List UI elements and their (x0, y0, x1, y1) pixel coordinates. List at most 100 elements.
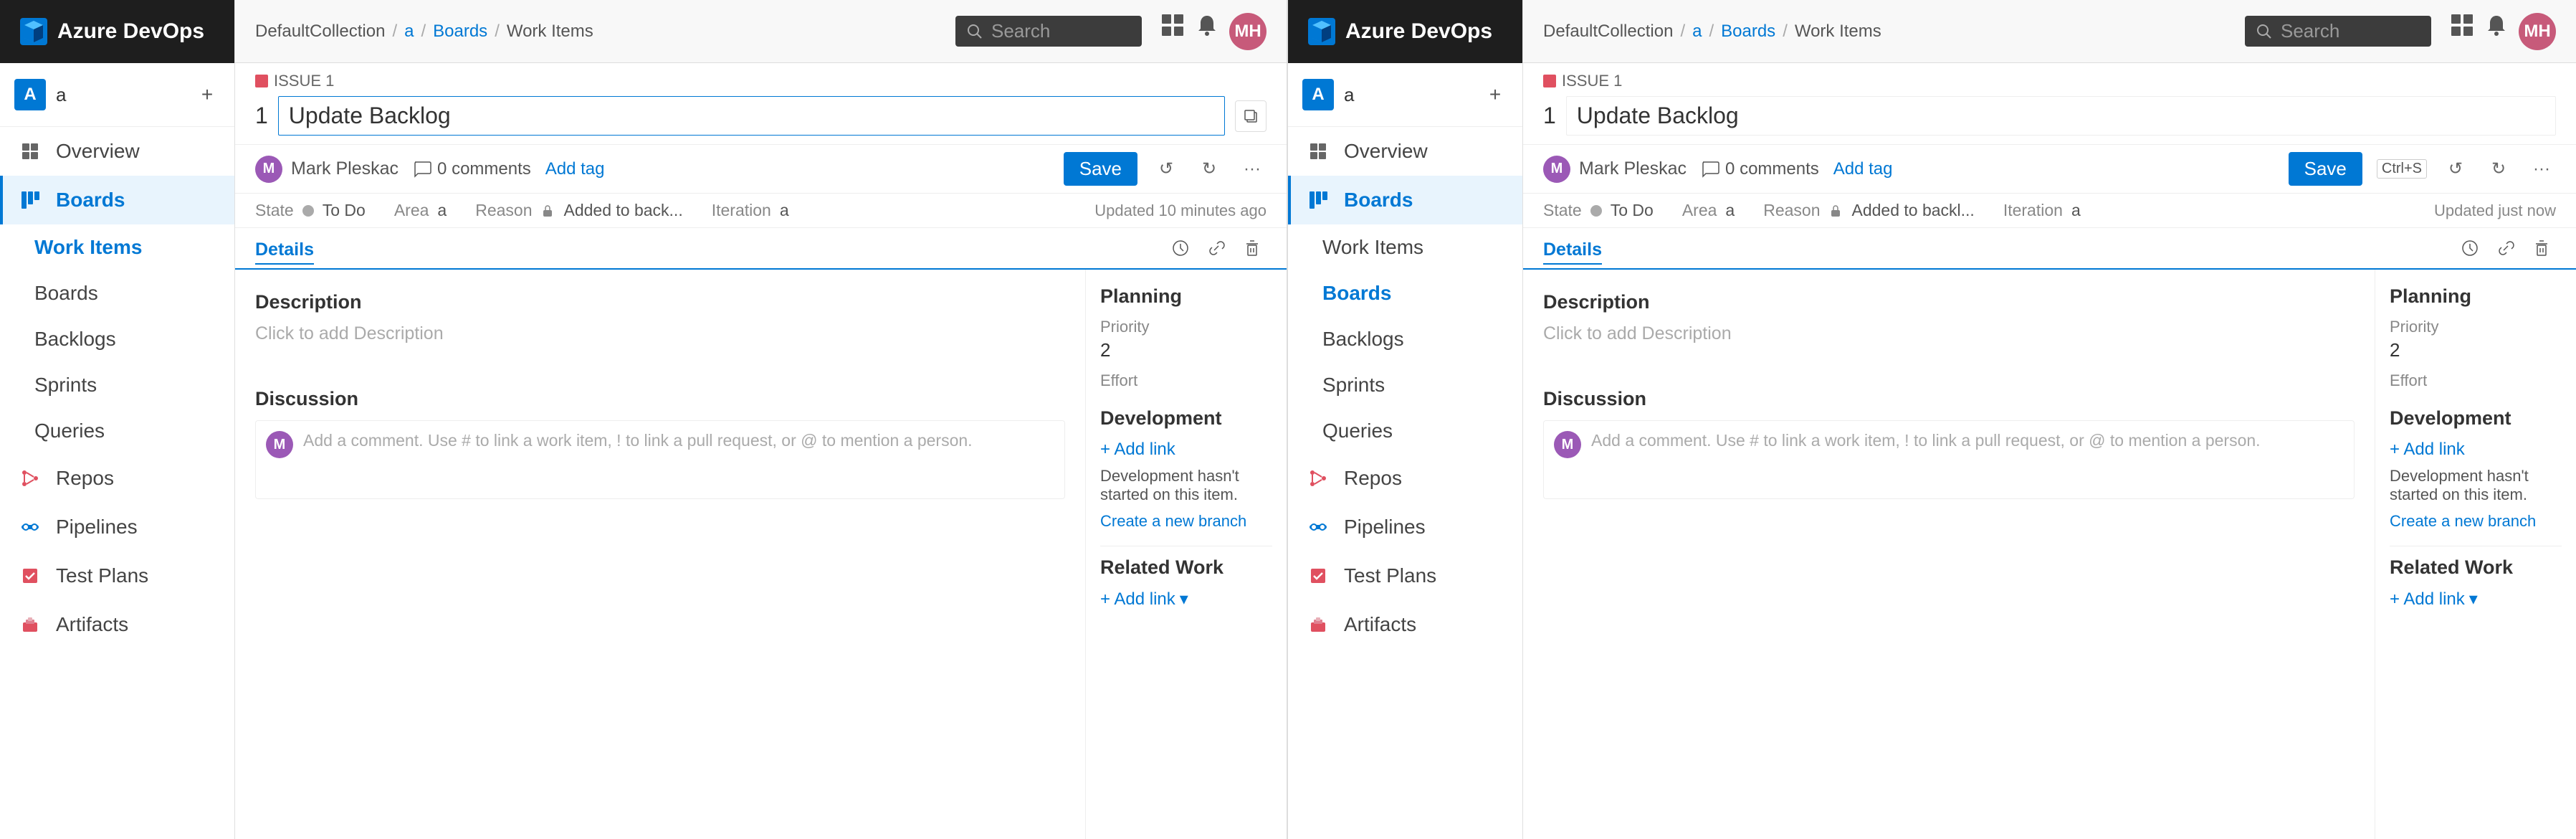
right-col-2: Planning Priority 2 Effort Development +… (2375, 270, 2576, 839)
add-link-btn-2[interactable]: + Add link (2390, 440, 2562, 460)
bell-icon-2[interactable] (2484, 13, 2509, 37)
grid-icon-2[interactable] (2450, 13, 2474, 37)
sidebar-item-backlogs-1[interactable]: Backlogs (0, 316, 234, 362)
sidebar-item-work-items-1[interactable]: Work Items (0, 224, 234, 270)
history-btn-1[interactable] (1166, 234, 1195, 262)
sidebar-item-repos-2[interactable]: Repos (1288, 454, 1522, 503)
sidebar-item-sprints-1[interactable]: Sprints (0, 362, 234, 408)
sidebar-item-sprints-2[interactable]: Sprints (1288, 362, 1522, 408)
user-avatar-1[interactable]: MH (1229, 13, 1266, 50)
sidebar-item-work-items-2[interactable]: Work Items (1288, 224, 1522, 270)
issue-number-2: 1 (1543, 103, 1556, 129)
boards-icon-1 (17, 187, 43, 213)
grid-icon-1[interactable] (1160, 13, 1185, 37)
history-btn-2[interactable] (2456, 234, 2484, 262)
sidebar-item-test-plans-2[interactable]: Test Plans (1288, 551, 1522, 600)
link-btn-1[interactable] (1202, 234, 1231, 262)
search-box-2[interactable] (2245, 16, 2431, 47)
save-button-2[interactable]: Save (2289, 152, 2362, 186)
development-section-1: Development + Add link Development hasn'… (1100, 407, 1272, 531)
details-tab-2[interactable]: Details (1543, 240, 1602, 265)
add-tag-btn-2[interactable]: Add tag (1833, 159, 1893, 179)
sidebar-2: Azure DevOps A a + Overview Boards (1288, 0, 1523, 839)
app-logo-2[interactable]: Azure DevOps (1308, 18, 1492, 45)
related-add-link-1[interactable]: + Add link ▾ (1100, 589, 1272, 610)
sidebar-item-queries-2[interactable]: Queries (1288, 408, 1522, 454)
sidebar-item-test-plans-1[interactable]: Test Plans (0, 551, 234, 600)
delete-btn-1[interactable] (1238, 234, 1266, 262)
discussion-avatar-2: M (1554, 431, 1581, 458)
sidebar-item-backlogs-2[interactable]: Backlogs (1288, 316, 1522, 362)
save-button-1[interactable]: Save (1064, 152, 1137, 186)
search-box-1[interactable] (955, 16, 1142, 47)
planning-title-1: Planning (1100, 285, 1272, 308)
sidebar-item-boards-1[interactable]: Boards (0, 176, 234, 224)
description-placeholder-1[interactable]: Click to add Description (255, 323, 1065, 366)
dev-status-2: Development hasn't started on this item. (2390, 467, 2562, 504)
sidebar-item-overview-2[interactable]: Overview (1288, 127, 1522, 176)
panel-1: Azure DevOps A a + Overview Boards (0, 0, 1288, 839)
account-icon-1: A (14, 79, 46, 110)
add-account-btn-1[interactable]: + (194, 82, 220, 108)
add-tag-btn-1[interactable]: Add tag (545, 159, 605, 179)
create-branch-link-1[interactable]: Create a new branch (1100, 512, 1246, 530)
discussion-area-1[interactable]: M Add a comment. Use # to link a work it… (255, 420, 1065, 499)
pipelines-icon-1 (17, 514, 43, 540)
reason-field-1: Reason Added to back... (475, 201, 683, 220)
sidebar-item-pipelines-1[interactable]: Pipelines (0, 503, 234, 551)
redo-btn-2[interactable]: ↻ (2484, 155, 2513, 184)
discussion-input-1[interactable]: Add a comment. Use # to link a work item… (303, 431, 1054, 488)
issue-header-2: ISSUE 1 1 Update Backlog (1523, 63, 2576, 145)
repos-icon-1 (17, 465, 43, 491)
sidebar-item-boards-2[interactable]: Boards (1288, 176, 1522, 224)
sidebar-item-queries-1[interactable]: Queries (0, 408, 234, 454)
description-placeholder-2[interactable]: Click to add Description (1543, 323, 2355, 366)
sidebar-item-overview-1[interactable]: Overview (0, 127, 234, 176)
create-branch-link-2[interactable]: Create a new branch (2390, 512, 2536, 530)
comments-btn-1[interactable]: 0 comments (413, 159, 531, 179)
app-logo-1[interactable]: Azure DevOps (20, 18, 204, 45)
search-input-1[interactable] (991, 20, 1120, 42)
more-btn-1[interactable]: ··· (1238, 155, 1266, 184)
account-row-2: A a + (1288, 63, 1522, 127)
sidebar-nav-1: Overview Boards Work Items Boards Backlo… (0, 127, 234, 839)
topbar-2: Azure DevOps (1288, 0, 1522, 63)
detail-icons-2 (2456, 234, 2556, 262)
copy-btn-1[interactable] (1235, 100, 1266, 132)
meta-row-2: State To Do Area a Reason Added to backl… (1523, 194, 2576, 228)
sidebar-item-pipelines-2[interactable]: Pipelines (1288, 503, 1522, 551)
iteration-field-2: Iteration a (2003, 201, 2081, 220)
account-icon-2: A (1302, 79, 1334, 110)
issue-number-1: 1 (255, 103, 268, 129)
discussion-area-2[interactable]: M Add a comment. Use # to link a work it… (1543, 420, 2355, 499)
add-account-btn-2[interactable]: + (1482, 82, 1508, 108)
discussion-input-2[interactable]: Add a comment. Use # to link a work item… (1591, 431, 2344, 488)
sidebar-item-boards-sub-1[interactable]: Boards (0, 270, 234, 316)
related-work-title-2: Related Work (2390, 556, 2562, 579)
user-avatar-2[interactable]: MH (2519, 13, 2556, 50)
comments-btn-2[interactable]: 0 comments (1701, 159, 1819, 179)
bell-icon-1[interactable] (1195, 13, 1219, 37)
related-add-link-2[interactable]: + Add link ▾ (2390, 589, 2562, 610)
lock-icon-2 (1828, 204, 1843, 218)
issue-title-row-2: 1 Update Backlog (1543, 96, 2556, 136)
more-btn-2[interactable]: ··· (2527, 155, 2556, 184)
issue-title-input-1[interactable] (278, 96, 1225, 136)
overview-icon-1 (17, 138, 43, 164)
delete-btn-2[interactable] (2527, 234, 2556, 262)
sidebar-item-artifacts-1[interactable]: Artifacts (0, 600, 234, 649)
add-link-btn-1[interactable]: + Add link (1100, 440, 1272, 460)
sidebar-item-repos-1[interactable]: Repos (0, 454, 234, 503)
sidebar-item-boards-sub-2[interactable]: Boards (1288, 270, 1522, 316)
sidebar-item-artifacts-2[interactable]: Artifacts (1288, 600, 1522, 649)
reason-field-2: Reason Added to backl... (1763, 201, 1975, 220)
undo-btn-2[interactable]: ↺ (2441, 155, 2470, 184)
priority-value-1: 2 (1100, 339, 1272, 361)
details-tab-1[interactable]: Details (255, 240, 314, 265)
topbar-icons-1: MH (1160, 13, 1266, 50)
search-input-2[interactable] (2281, 20, 2410, 42)
shortcut-key-2: Ctrl+S (2377, 159, 2427, 179)
undo-btn-1[interactable]: ↺ (1152, 155, 1180, 184)
redo-btn-1[interactable]: ↻ (1195, 155, 1223, 184)
link-btn-2[interactable] (2491, 234, 2520, 262)
